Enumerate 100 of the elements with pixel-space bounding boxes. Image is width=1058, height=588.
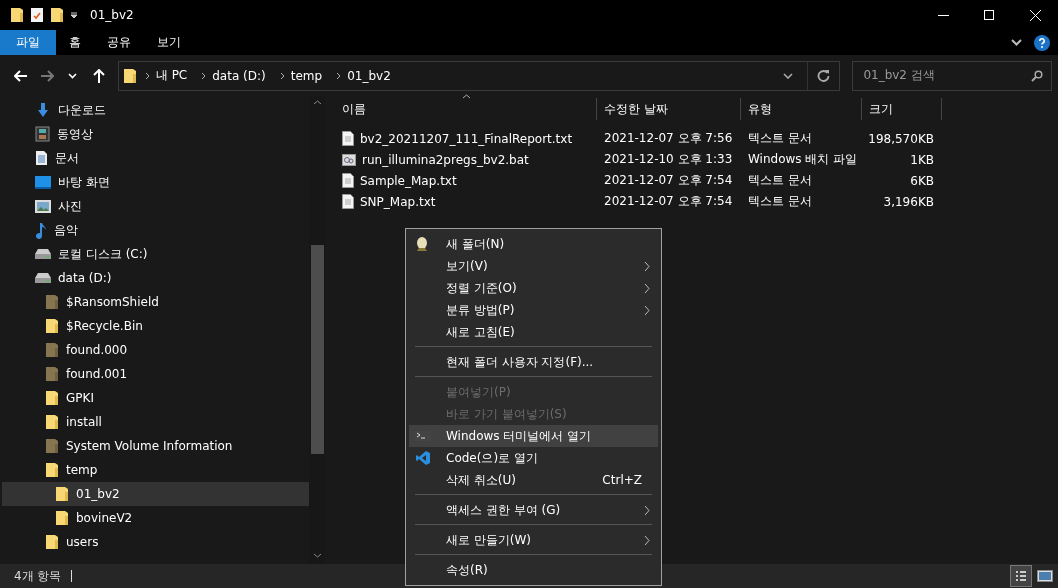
folder-icon bbox=[45, 462, 59, 478]
checklist-icon[interactable] bbox=[30, 7, 44, 23]
folder-icon bbox=[45, 438, 59, 454]
date-cell-text: 2021-12-07 오후 7:56 bbox=[603, 130, 734, 147]
text-file-icon bbox=[342, 131, 354, 146]
folder-icon bbox=[45, 366, 59, 382]
menu-item[interactable]: 새로 고침(E) bbox=[409, 321, 658, 343]
size-cell-text: 6KB bbox=[909, 173, 935, 188]
document-icon bbox=[35, 150, 48, 166]
type-cell-text: 텍스트 문서 bbox=[747, 172, 813, 189]
menu-item[interactable]: 액세스 권한 부여 (G) bbox=[409, 499, 658, 521]
dropdown-icon[interactable] bbox=[783, 72, 794, 79]
menu-item[interactable]: Code(으)로 열기 bbox=[409, 447, 658, 469]
breadcrumb-item[interactable]: temp bbox=[284, 68, 329, 83]
type-cell-text: Windows 배치 파일 bbox=[747, 151, 859, 168]
sidebar-item[interactable]: found.001 bbox=[2, 362, 309, 386]
sidebar-item[interactable]: System Volume Information bbox=[2, 434, 309, 458]
gears-icon bbox=[342, 153, 356, 166]
folder-icon bbox=[50, 7, 64, 23]
column-header[interactable]: 수정한 날짜 bbox=[597, 98, 741, 120]
list-icon bbox=[1015, 570, 1027, 582]
menu-item[interactable]: 보기(V) bbox=[409, 255, 658, 277]
text-file-icon bbox=[342, 173, 354, 188]
breadcrumb-item[interactable]: data (D:) bbox=[206, 68, 272, 83]
folder-icon bbox=[45, 318, 59, 334]
breadcrumb-item[interactable]: 내 PC bbox=[149, 67, 194, 84]
chevron-right-icon bbox=[201, 71, 207, 80]
sidebar-item[interactable]: 다운로드 bbox=[2, 98, 309, 122]
text-file-icon bbox=[342, 194, 354, 209]
details-view-button[interactable] bbox=[1010, 565, 1032, 587]
sidebar-item[interactable]: 음악 bbox=[2, 218, 309, 242]
music-note-icon bbox=[35, 221, 47, 239]
menu-item[interactable]: 현재 폴더 사용자 지정(F)... bbox=[409, 351, 658, 373]
help-icon[interactable] bbox=[1034, 34, 1050, 51]
thumbnail-icon bbox=[1037, 570, 1053, 582]
menu-item[interactable]: 분류 방법(P) bbox=[409, 299, 658, 321]
left-arrow-icon bbox=[13, 69, 28, 82]
sidebar-item[interactable]: $Recycle.Bin bbox=[2, 314, 309, 338]
column-header[interactable]: 크기 bbox=[862, 98, 942, 120]
sidebar-item[interactable]: 01_bv2 bbox=[2, 482, 309, 506]
folder-icon bbox=[10, 7, 24, 23]
shortcut-label: Ctrl+Z bbox=[602, 473, 642, 487]
date-cell-text: 2021-12-07 오후 7:54 bbox=[603, 193, 734, 210]
window-title: 01_bv2 bbox=[90, 8, 134, 22]
expand-ribbon-icon[interactable] bbox=[1011, 39, 1022, 46]
right-arrow-icon bbox=[39, 69, 54, 82]
address-bar[interactable]: 내 PC data (D:) temp 01_bv2 bbox=[117, 60, 841, 91]
search-icon bbox=[1031, 69, 1043, 82]
folder-icon bbox=[45, 534, 59, 550]
chevron-right-icon bbox=[144, 71, 150, 80]
chevron-right-icon bbox=[279, 71, 285, 80]
sidebar-item[interactable]: 사진 bbox=[2, 194, 309, 218]
column-header[interactable]: 유형 bbox=[741, 98, 862, 120]
caret-icon[interactable] bbox=[70, 11, 78, 19]
folder-icon bbox=[55, 486, 69, 502]
menu-item[interactable]: 새로 만들기(W) bbox=[409, 529, 658, 551]
menu-item[interactable]: Windows 터미널에서 열기 bbox=[409, 425, 658, 447]
film-icon bbox=[35, 126, 50, 142]
ribbon-tab[interactable]: 홈 bbox=[56, 30, 94, 55]
file-name[interactable]: Sample_Map.txt bbox=[335, 173, 597, 188]
sidebar-item[interactable]: GPKI bbox=[2, 386, 309, 410]
file-name[interactable]: SNP_Map.txt bbox=[335, 194, 597, 209]
folder-icon bbox=[45, 342, 59, 358]
download-icon bbox=[35, 102, 51, 118]
menu-item[interactable]: 새 폴더(N) bbox=[409, 233, 658, 255]
sidebar-item[interactable]: 동영상 bbox=[2, 122, 309, 146]
sidebar-item[interactable]: $RansomShield bbox=[2, 290, 309, 314]
sidebar-item[interactable]: 바탕 화면 bbox=[2, 170, 309, 194]
search-field[interactable]: 01_bv2 검색 bbox=[852, 60, 1052, 91]
menu-item[interactable]: 삭제 취소(U) Ctrl+Z bbox=[409, 469, 658, 491]
sidebar-item[interactable]: 로컬 디스크 (C:) bbox=[2, 242, 309, 266]
ribbon-tab[interactable]: 파일 bbox=[0, 30, 56, 55]
folder-icon bbox=[45, 390, 59, 406]
file-name[interactable]: bv2_20211207_111_FinalReport.txt bbox=[335, 131, 597, 146]
scroll-up-icon[interactable] bbox=[312, 100, 322, 105]
ribbon-tab[interactable]: 보기 bbox=[144, 30, 194, 55]
sidebar-item[interactable]: temp bbox=[2, 458, 309, 482]
ribbon-tab[interactable]: 공유 bbox=[94, 30, 144, 55]
folder-icon bbox=[122, 67, 137, 84]
sidebar-item[interactable]: data (D:) bbox=[2, 266, 309, 290]
type-cell-text: 텍스트 문서 bbox=[747, 130, 813, 147]
chevron-right-icon bbox=[336, 71, 342, 80]
refresh-icon[interactable] bbox=[817, 69, 831, 82]
date-cell-text: 2021-12-10 오후 1:33 bbox=[603, 151, 734, 168]
code-editor-icon bbox=[415, 450, 431, 466]
size-cell-text: 1KB bbox=[909, 152, 935, 167]
file-name[interactable]: run_illumina2pregs_bv2.bat bbox=[335, 152, 597, 167]
sidebar-item[interactable]: 문서 bbox=[2, 146, 309, 170]
close-icon bbox=[1029, 9, 1041, 21]
menu-item[interactable]: 정렬 기준(O) bbox=[409, 277, 658, 299]
picture-icon bbox=[35, 199, 51, 213]
sidebar-item[interactable]: install bbox=[2, 410, 309, 434]
sidebar-item[interactable]: bovineV2 bbox=[2, 506, 309, 530]
scroll-down-icon[interactable] bbox=[312, 553, 322, 558]
sidebar-item[interactable]: users bbox=[2, 530, 309, 554]
menu-item[interactable]: 속성(R) bbox=[409, 559, 658, 581]
folder-icon bbox=[45, 414, 59, 430]
column-header[interactable]: 이름 bbox=[335, 98, 597, 120]
breadcrumb-item[interactable]: 01_bv2 bbox=[341, 68, 397, 83]
sidebar-item[interactable]: found.000 bbox=[2, 338, 309, 362]
